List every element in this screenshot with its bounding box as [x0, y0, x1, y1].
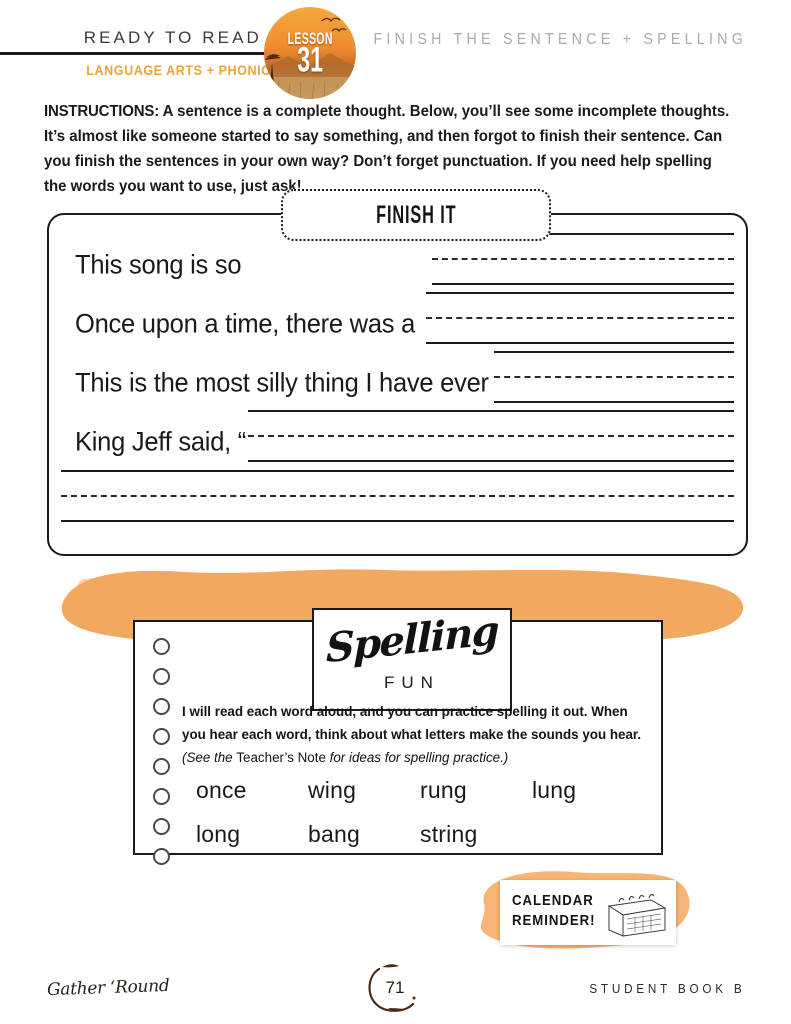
sentence-prompt: This is the most silly thing I have ever — [75, 368, 489, 398]
spelling-note-teacher: Teacher’s Note — [236, 750, 326, 766]
worksheet-page: READY TO READ 4 LANGUAGE ARTS + PHONICS … — [0, 0, 791, 1024]
header-topic-label: FINISH THE SENTENCE + SPELLING — [373, 31, 747, 48]
guide-mid-dashed-line — [426, 317, 734, 319]
notebook-hole — [153, 788, 170, 805]
finish-it-box: This song is so Once upon a time, there … — [47, 213, 748, 556]
notebook-hole — [153, 638, 170, 655]
footer-page-badge: 71 — [358, 958, 432, 1020]
spelling-title-box: Spelling FUN — [312, 606, 512, 711]
notebook-hole — [153, 818, 170, 835]
calendar-reminder-line2: REMINDER! — [512, 912, 596, 930]
spelling-word-list: once wing rung lung long bang string — [196, 768, 656, 856]
spelling-word: bang — [308, 821, 360, 848]
notebook-hole — [153, 698, 170, 715]
spelling-title-script: Spelling — [325, 606, 498, 673]
calendar-reminder-text: CALENDAR REMINDER! — [512, 891, 596, 932]
guide-mid-dashed-line — [432, 258, 734, 260]
spelling-note-suffix: for ideas for spelling practice.) — [325, 750, 509, 766]
guide-top-line — [494, 351, 734, 353]
instructions-block: INSTRUCTIONS: A sentence is a complete t… — [44, 100, 732, 200]
notebook-holes — [153, 638, 175, 878]
sentence-row: This song is so — [49, 233, 746, 295]
sentence-row: Once upon a time, there was a — [49, 292, 746, 354]
guide-mid-dashed-line — [61, 495, 734, 497]
handwriting-guide[interactable] — [426, 292, 734, 344]
spelling-word-row: once wing rung lung — [196, 768, 656, 812]
lesson-badge: LESSON 31 — [264, 7, 356, 99]
notebook-hole — [153, 728, 170, 745]
spelling-word-row: long bang string — [196, 812, 656, 856]
notebook-hole — [153, 848, 170, 865]
finish-it-title-box: FINISH IT — [281, 189, 551, 241]
footer-book-label: STUDENT BOOK B — [588, 981, 745, 996]
spelling-word: wing — [308, 777, 357, 803]
spelling-title-fun: FUN — [384, 673, 440, 692]
guide-bottom-line — [426, 342, 734, 344]
spelling-word: lung — [532, 777, 577, 803]
guide-top-line — [61, 470, 734, 472]
header-rule — [0, 52, 300, 55]
notebook-hole — [153, 668, 170, 685]
handwriting-guide[interactable] — [248, 410, 734, 462]
spelling-note: (See the Teacher’s Note for ideas for sp… — [182, 750, 508, 765]
guide-top-line — [426, 292, 734, 294]
sentence-row: This is the most silly thing I have ever — [49, 351, 746, 413]
desk-calendar-icon — [599, 892, 671, 938]
calendar-reminder-card: CALENDAR REMINDER! — [500, 880, 676, 945]
notebook-hole — [153, 758, 170, 775]
guide-bottom-line — [248, 460, 734, 462]
sentence-prompt: Once upon a time, there was a — [75, 309, 416, 339]
guide-bottom-line — [432, 283, 734, 285]
handwriting-guide-continuation[interactable] — [61, 470, 734, 522]
footer-page-number: 71 — [385, 978, 405, 997]
footer-brand: Gather ʻRound — [46, 975, 170, 1001]
sentence-row: King Jeff said, “ — [49, 410, 746, 472]
instructions-label: INSTRUCTIONS: — [44, 103, 160, 120]
header-subject-label: LANGUAGE ARTS + PHONICS — [86, 63, 280, 78]
spelling-word: rung — [420, 777, 467, 803]
spelling-instruction-bold: I will read each word aloud, and you can… — [182, 704, 642, 743]
spelling-note-prefix: (See the — [182, 750, 237, 766]
sentence-prompt: This song is so — [75, 250, 242, 280]
finish-it-title: FINISH IT — [375, 200, 457, 229]
guide-bottom-line — [494, 401, 734, 403]
spelling-word: once — [196, 777, 247, 803]
spelling-instructions: I will read each word aloud, and you can… — [182, 700, 648, 769]
calendar-reminder: CALENDAR REMINDER! — [462, 862, 697, 958]
calendar-reminder-line1: CALENDAR — [512, 892, 594, 909]
guide-mid-dashed-line — [248, 435, 734, 437]
sentence-prompt: King Jeff said, “ — [75, 427, 247, 457]
spelling-word: string — [420, 821, 478, 848]
guide-bottom-line — [61, 520, 734, 522]
guide-top-line — [248, 410, 734, 412]
handwriting-guide[interactable] — [494, 351, 734, 403]
spelling-word: long — [196, 821, 241, 848]
guide-mid-dashed-line — [494, 376, 734, 378]
